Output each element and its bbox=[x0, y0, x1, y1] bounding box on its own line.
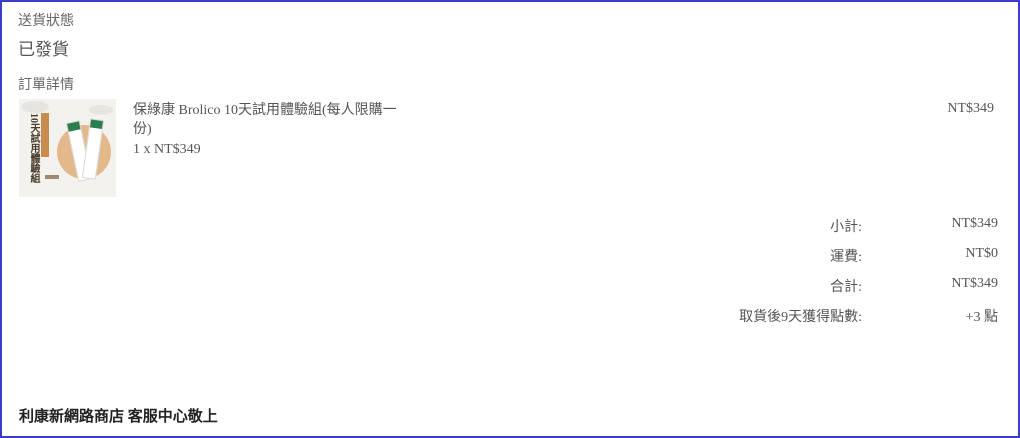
footer-signature: 利康新網路商店 客服中心敬上 bbox=[19, 409, 218, 425]
order-details-label: 訂單詳情 bbox=[18, 78, 74, 93]
cloud-decoration bbox=[89, 105, 113, 115]
product-image-ribbon bbox=[41, 113, 49, 157]
total-label: 合計: bbox=[830, 280, 862, 295]
product-quantity-price: 1 x NT$349 bbox=[133, 142, 201, 157]
shipping-fee-row: 運費: NT$0 bbox=[602, 246, 998, 266]
shipping-fee-value: NT$0 bbox=[965, 246, 998, 261]
reward-points-value: +3 點 bbox=[965, 310, 998, 325]
total-value: NT$349 bbox=[951, 276, 998, 291]
subtotal-row: 小計: NT$349 bbox=[602, 216, 998, 236]
reward-points-label: 取貨後9天獲得點數: bbox=[739, 310, 862, 325]
cloud-decoration bbox=[21, 101, 49, 113]
shipping-fee-label: 運費: bbox=[830, 250, 862, 265]
product-image[interactable]: 10天試用體驗組 bbox=[19, 99, 116, 197]
product-image-title: 10天試用體驗組 bbox=[28, 113, 39, 183]
shipping-status-label: 送貨狀態 bbox=[18, 14, 74, 29]
total-row: 合計: NT$349 bbox=[602, 276, 998, 296]
email-frame: 送貨狀態 已發貨 訂單詳情 10天試用體驗組 保綠康 Brolico 10天試用… bbox=[0, 0, 1020, 438]
subtotal-label: 小計: bbox=[830, 220, 862, 235]
reward-points-row: 取貨後9天獲得點數: +3 點 bbox=[602, 306, 998, 326]
shipping-status-value: 已發貨 bbox=[18, 40, 69, 59]
product-line-total: NT$349 bbox=[947, 101, 994, 116]
product-image-footnote bbox=[45, 175, 59, 179]
subtotal-value: NT$349 bbox=[951, 216, 998, 231]
product-name-link[interactable]: 保綠康 Brolico 10天試用體驗組(每人限購一份) bbox=[133, 101, 403, 139]
